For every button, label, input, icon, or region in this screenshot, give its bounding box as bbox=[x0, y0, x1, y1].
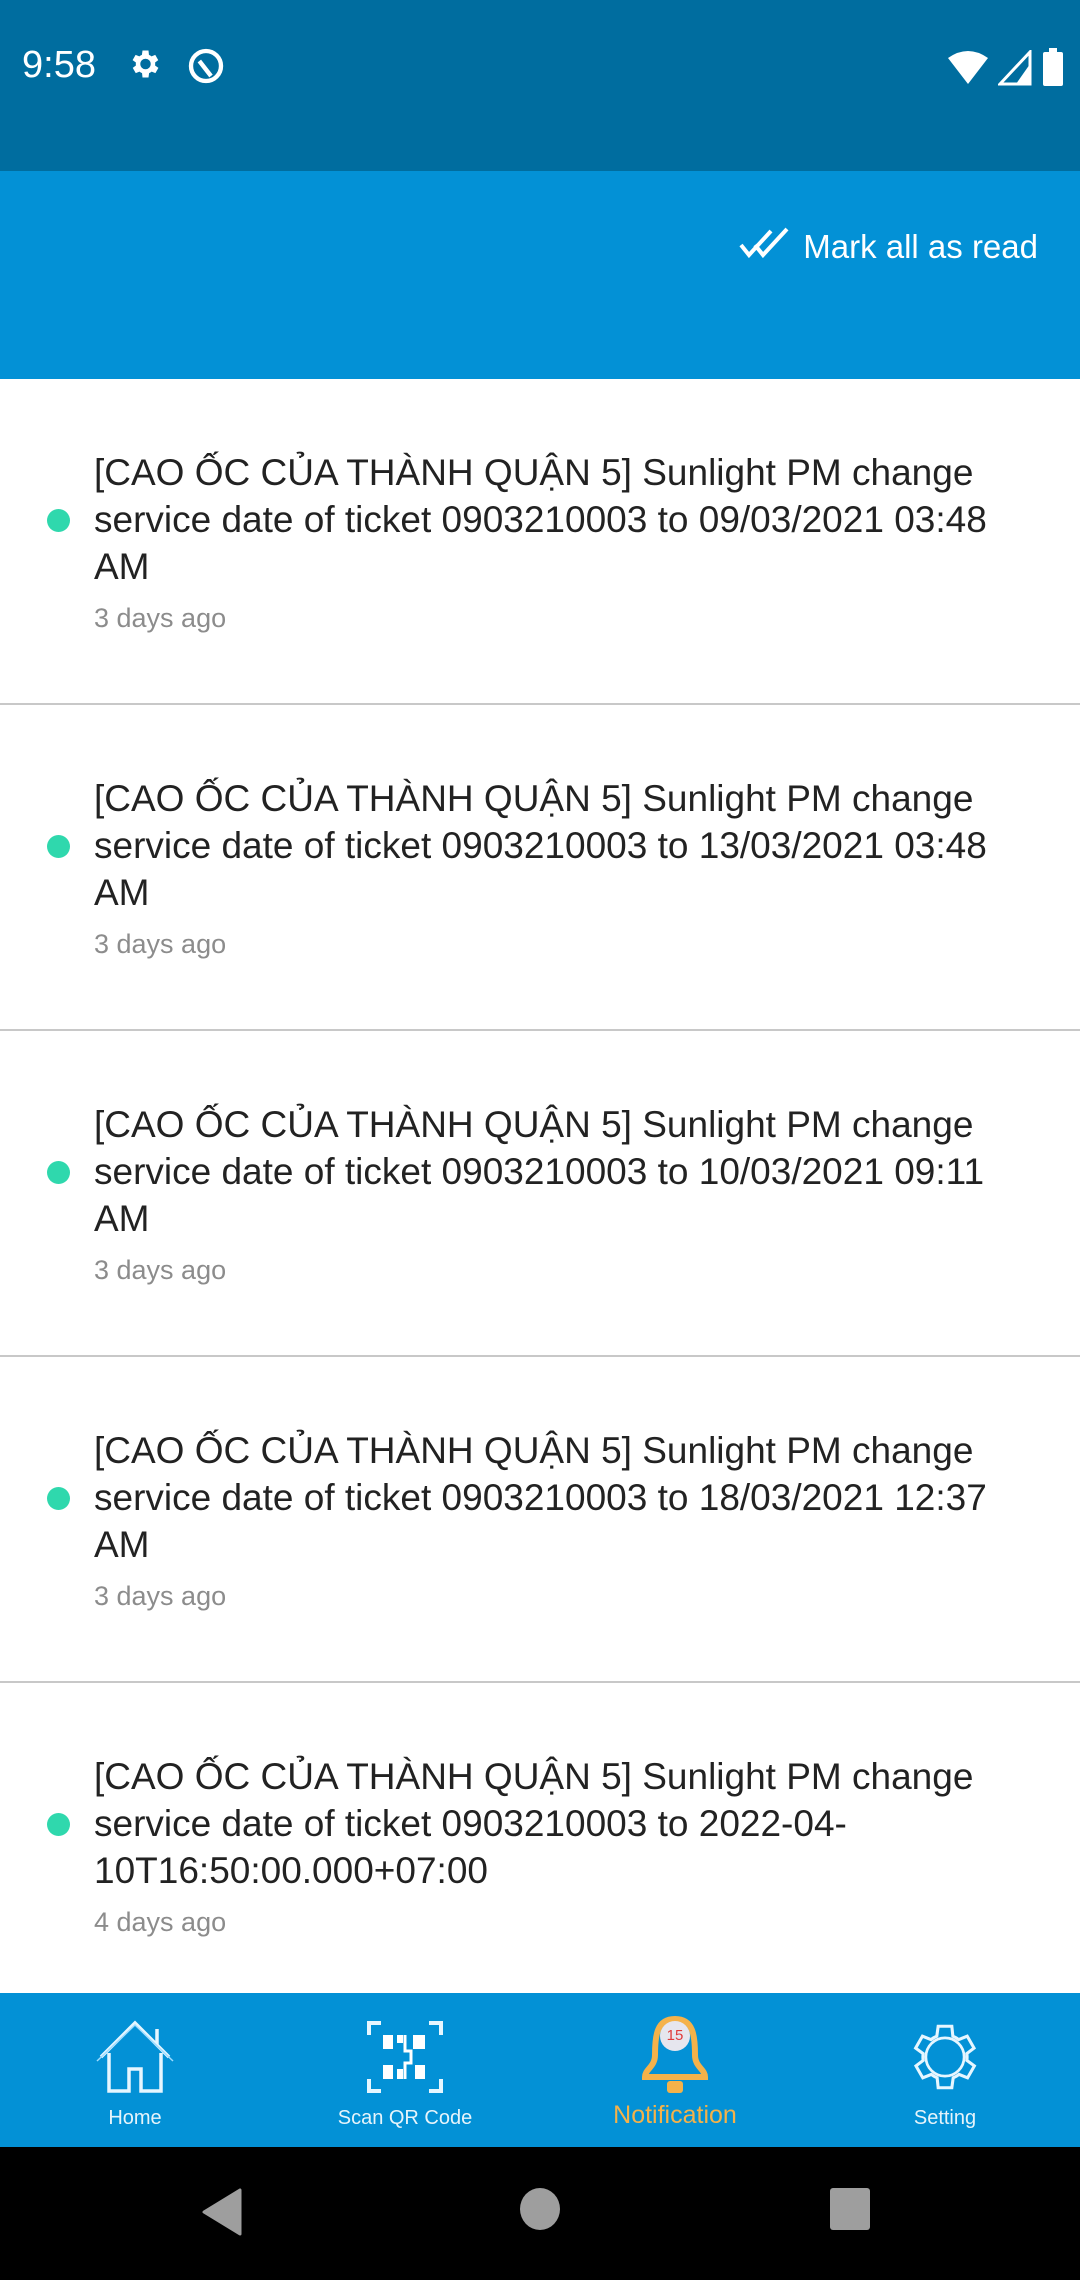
notification-list[interactable]: [CAO ỐC CỦA THÀNH QUẬN 5] Sunlight PM ch… bbox=[0, 379, 1080, 1993]
tab-notification[interactable]: 15 Notification bbox=[540, 1993, 810, 2147]
notification-item[interactable]: [CAO ỐC CỦA THÀNH QUẬN 5] Sunlight PM ch… bbox=[0, 705, 1080, 1031]
qr-code-icon bbox=[363, 2015, 447, 2099]
tab-scan-qr-code-label: Scan QR Code bbox=[337, 2107, 473, 2129]
status-time: 9:58 bbox=[22, 44, 96, 86]
notification-time: 4 days ago bbox=[94, 1907, 227, 1937]
notification-time: 3 days ago bbox=[94, 603, 227, 633]
unread-dot bbox=[47, 1161, 70, 1184]
tab-notification-label: Notification bbox=[613, 2101, 737, 2129]
system-nav-bar bbox=[0, 2147, 1080, 2280]
notification-title: [CAO ỐC CỦA THÀNH QUẬN 5] Sunlight PM ch… bbox=[94, 1104, 985, 1239]
unread-dot bbox=[47, 835, 70, 858]
notification-item[interactable]: [CAO ỐC CỦA THÀNH QUẬN 5] Sunlight PM ch… bbox=[0, 1357, 1080, 1683]
cellular-signal-icon bbox=[996, 48, 1032, 91]
unread-dot bbox=[47, 509, 70, 532]
notification-title: [CAO ỐC CỦA THÀNH QUẬN 5] Sunlight PM ch… bbox=[94, 452, 987, 587]
notification-title: [CAO ỐC CỦA THÀNH QUẬN 5] Sunlight PM ch… bbox=[94, 778, 987, 913]
recents-button[interactable] bbox=[828, 2187, 872, 2236]
battery-icon bbox=[1042, 48, 1064, 91]
notification-time: 3 days ago bbox=[94, 1255, 227, 1285]
tab-home[interactable]: Home bbox=[0, 1993, 270, 2147]
q-circle-icon bbox=[186, 46, 226, 91]
tab-home-label: Home bbox=[108, 2107, 162, 2129]
unread-dot bbox=[47, 1813, 70, 1836]
wifi-icon bbox=[948, 50, 988, 91]
back-button[interactable] bbox=[200, 2187, 244, 2242]
home-icon bbox=[93, 2015, 177, 2099]
mark-all-label: Mark all as read bbox=[803, 228, 1038, 265]
notification-time: 3 days ago bbox=[94, 1581, 227, 1611]
notification-count-badge: 15 bbox=[660, 2021, 690, 2051]
bell-icon: 15 bbox=[633, 2015, 717, 2099]
notification-item[interactable]: [CAO ỐC CỦA THÀNH QUẬN 5] Sunlight PM ch… bbox=[0, 379, 1080, 705]
tab-scan-qr-code[interactable]: Scan QR Code bbox=[270, 1993, 540, 2147]
bottom-nav: Home Scan QR Code 15 Notification Settin… bbox=[0, 1993, 1080, 2147]
mark-all-as-read-button[interactable]: Mark all as read bbox=[739, 227, 1038, 267]
app-header: Mark all as read bbox=[0, 171, 1080, 379]
notification-title: [CAO ỐC CỦA THÀNH QUẬN 5] Sunlight PM ch… bbox=[94, 1430, 987, 1565]
tab-setting[interactable]: Setting bbox=[810, 1993, 1080, 2147]
unread-dot bbox=[47, 1487, 70, 1510]
notification-time: 3 days ago bbox=[94, 929, 227, 959]
notification-item[interactable]: [CAO ỐC CỦA THÀNH QUẬN 5] Sunlight PM ch… bbox=[0, 1031, 1080, 1357]
notification-title: [CAO ỐC CỦA THÀNH QUẬN 5] Sunlight PM ch… bbox=[94, 1756, 974, 1891]
double-check-icon bbox=[739, 227, 791, 267]
notification-item[interactable]: [CAO ỐC CỦA THÀNH QUẬN 5] Sunlight PM ch… bbox=[0, 1683, 1080, 1993]
tab-setting-label: Setting bbox=[913, 2107, 977, 2129]
status-bar: 9:58 bbox=[0, 0, 1080, 171]
settings-gear-icon bbox=[126, 46, 162, 87]
gear-icon bbox=[903, 2015, 987, 2099]
home-button[interactable] bbox=[519, 2187, 561, 2236]
